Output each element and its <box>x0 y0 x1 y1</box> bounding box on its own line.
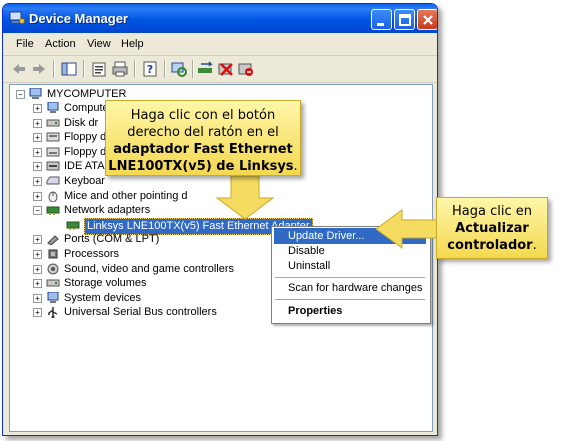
device-manager-icon <box>9 11 25 24</box>
title-bar[interactable]: Device Manager <box>3 4 437 33</box>
toolbar-separator <box>83 60 85 78</box>
toolbar-separator <box>164 60 166 78</box>
expand-icon[interactable]: + <box>33 279 42 289</box>
menu-separator <box>275 277 425 278</box>
port-icon <box>47 235 59 246</box>
toolbar: ? <box>3 56 437 83</box>
tree-item-label: Network adapters <box>64 204 151 217</box>
expand-icon[interactable]: + <box>33 235 42 245</box>
instruction-callout-right-click: Haga clic con el botón derecho del ratón… <box>105 100 301 176</box>
menu-action[interactable]: Action <box>45 38 76 50</box>
expand-icon[interactable]: + <box>33 162 42 172</box>
computer-icon <box>47 102 59 113</box>
mouse-icon <box>48 191 58 202</box>
disk-drive-icon <box>46 119 60 127</box>
tree-item-label: System devices <box>64 291 142 304</box>
forward-arrow-icon[interactable] <box>30 60 48 78</box>
usb-icon <box>48 307 58 319</box>
svg-text:?: ? <box>147 63 153 76</box>
toolbar-separator <box>192 60 194 78</box>
tree-item-label: Mice and other pointing d <box>64 189 188 202</box>
scan-hardware-menu-item[interactable]: Scan for hardware changes <box>274 280 426 296</box>
menu-help[interactable]: Help <box>121 38 144 50</box>
ide-controller-icon <box>46 161 60 171</box>
tree-item-label: IDE ATA <box>64 160 105 173</box>
network-adapter-icon <box>46 206 60 216</box>
expand-icon[interactable]: + <box>33 308 42 318</box>
toolbar-separator <box>53 60 55 78</box>
print-icon[interactable] <box>111 60 129 78</box>
floppy-drive-icon <box>46 147 60 157</box>
menu-bar: File Action View Help <box>3 33 437 56</box>
floppy-controller-icon <box>46 132 60 142</box>
tree-item-label: Floppy d <box>64 131 107 144</box>
expand-icon[interactable]: + <box>33 118 42 128</box>
instruction-callout-update-driver: Haga clic en Actualizar controlador. <box>436 197 548 259</box>
tree-item-label: Processors <box>64 248 120 260</box>
close-icon <box>423 15 433 25</box>
back-arrow-icon[interactable] <box>10 60 28 78</box>
uninstall-menu-item[interactable]: Uninstall <box>274 258 426 274</box>
computer-icon <box>29 88 42 99</box>
expand-icon[interactable]: + <box>33 250 42 259</box>
processor-icon <box>48 249 58 259</box>
collapse-icon[interactable]: − <box>33 206 42 216</box>
tree-item-label: Ports (COM & LPT) <box>64 233 160 246</box>
collapse-icon[interactable]: − <box>16 90 25 99</box>
expand-icon[interactable]: + <box>33 177 42 186</box>
tree-item-label: Keyboar <box>64 175 105 187</box>
update-driver-icon[interactable] <box>197 60 215 78</box>
keyboard-icon <box>46 176 60 185</box>
scan-hardware-icon[interactable] <box>170 60 188 78</box>
tree-item-label: Disk dr <box>64 116 99 129</box>
tree-item-label: Universal Serial Bus controllers <box>64 306 217 319</box>
expand-icon[interactable]: + <box>33 133 42 143</box>
expand-icon[interactable]: + <box>33 264 42 274</box>
properties-menu-item[interactable]: Properties <box>274 303 426 319</box>
tree-item-label: Storage volumes <box>64 277 147 290</box>
menu-separator <box>275 299 425 300</box>
window-title: Device Manager <box>29 11 128 26</box>
network-card-icon <box>66 221 80 230</box>
sound-icon <box>47 263 59 275</box>
system-devices-icon <box>47 291 59 303</box>
maximize-icon <box>399 14 411 26</box>
expand-icon[interactable]: + <box>33 147 42 157</box>
expand-icon[interactable]: + <box>33 293 42 303</box>
uninstall-icon[interactable] <box>217 60 235 78</box>
menu-view[interactable]: View <box>87 38 111 50</box>
help-icon[interactable]: ? <box>141 60 159 78</box>
properties-icon[interactable] <box>90 60 108 78</box>
callout-arrow-down <box>215 176 275 220</box>
minimize-button[interactable] <box>371 9 392 30</box>
storage-icon <box>46 279 60 287</box>
callout-arrow-left <box>376 209 439 249</box>
expand-icon[interactable]: + <box>33 191 42 201</box>
toolbar-separator <box>134 60 136 78</box>
tree-item-label: Sound, video and game controllers <box>64 262 234 275</box>
show-hide-console-tree-icon[interactable] <box>60 60 78 78</box>
tree-item-label: Floppy d <box>64 145 107 158</box>
disable-icon[interactable] <box>237 60 255 78</box>
maximize-button[interactable] <box>394 9 415 30</box>
menu-file[interactable]: File <box>16 38 34 50</box>
minimize-icon <box>377 23 384 26</box>
expand-icon[interactable]: + <box>33 104 42 113</box>
close-button[interactable] <box>417 9 437 30</box>
